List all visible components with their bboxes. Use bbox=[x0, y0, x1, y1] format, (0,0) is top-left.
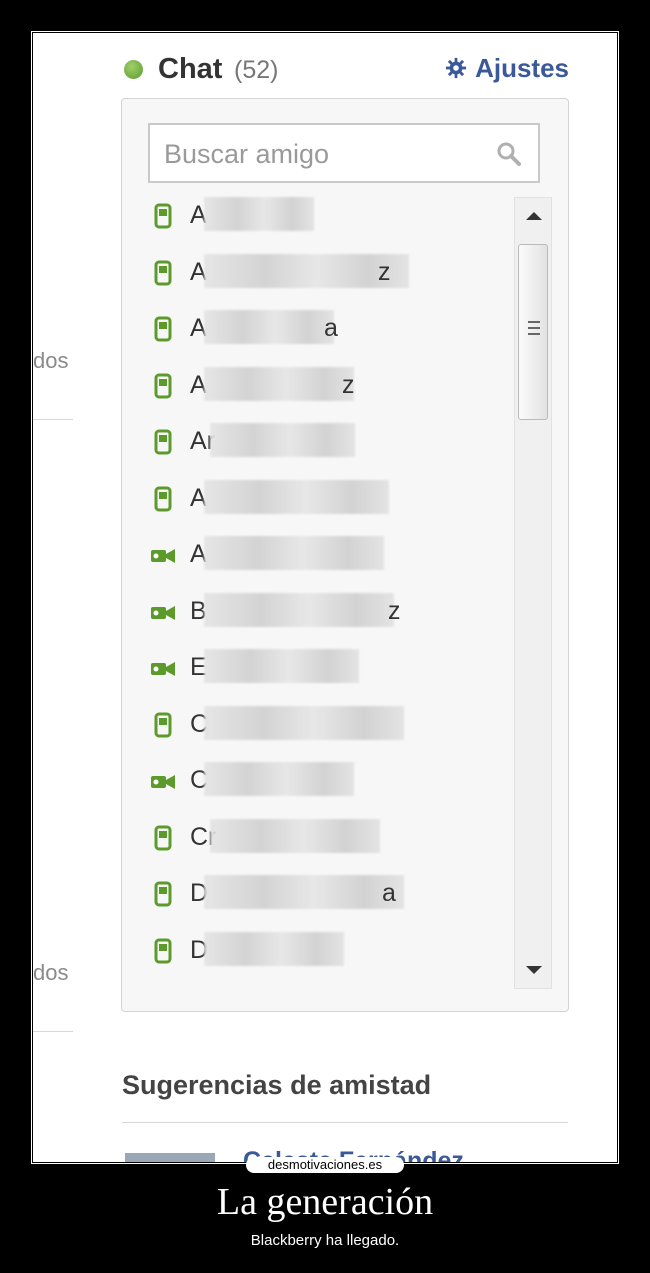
friend-list-item[interactable]: Aa bbox=[146, 310, 506, 350]
gear-icon bbox=[445, 57, 467, 79]
mobile-icon bbox=[154, 316, 172, 342]
left-divider bbox=[33, 1031, 73, 1032]
video-icon bbox=[151, 662, 175, 676]
friend-list-item[interactable]: Ar bbox=[146, 423, 506, 463]
chat-panel: Buscar amigo A Az Aa Az Ar A A Bz E C C Cr Da D bbox=[121, 98, 569, 1012]
friend-list-item[interactable]: C bbox=[146, 705, 506, 746]
friend-list-item[interactable]: E bbox=[146, 649, 506, 689]
search-placeholder: Buscar amigo bbox=[164, 139, 330, 169]
mobile-icon bbox=[154, 429, 172, 455]
friend-name-ending: a bbox=[324, 314, 338, 342]
redacted-name-blur bbox=[204, 310, 334, 344]
mobile-icon bbox=[154, 938, 172, 963]
friend-name-ending: z bbox=[388, 596, 401, 625]
video-icon bbox=[151, 605, 175, 620]
redacted-name-blur bbox=[204, 366, 354, 401]
mobile-icon bbox=[154, 373, 172, 398]
redacted-name-blur bbox=[204, 592, 394, 627]
chat-title[interactable]: Chat bbox=[158, 53, 222, 86]
redacted-name-blur bbox=[204, 875, 404, 909]
redacted-name-blur bbox=[210, 423, 355, 457]
friend-list-item[interactable]: Cr bbox=[146, 818, 506, 859]
friend-list-item[interactable]: A bbox=[146, 536, 506, 576]
grip-line bbox=[528, 327, 540, 329]
friend-list-item[interactable]: A bbox=[146, 197, 506, 237]
grip-line bbox=[528, 321, 540, 323]
friend-suggestions-heading: Sugerencias de amistad bbox=[122, 1070, 432, 1100]
online-status-icon bbox=[124, 60, 143, 79]
mobile-icon bbox=[154, 260, 172, 285]
search-icon[interactable] bbox=[496, 141, 522, 167]
friend-list-item[interactable]: Az bbox=[146, 253, 506, 294]
friend-name-ending: z bbox=[342, 370, 355, 399]
settings-label: Ajustes bbox=[475, 52, 569, 83]
mobile-icon bbox=[154, 825, 172, 850]
friend-list: A Az Aa Az Ar A A Bz E C C Cr Da D bbox=[146, 197, 506, 997]
friend-name-ending: z bbox=[378, 257, 391, 286]
redacted-name-blur bbox=[204, 762, 354, 796]
redacted-name-blur bbox=[204, 479, 389, 514]
redacted-name-blur bbox=[210, 818, 380, 853]
friend-list-item[interactable]: D bbox=[146, 931, 506, 972]
chat-online-count: (52) bbox=[234, 56, 279, 84]
facebook-chat-screenshot: dos dos Chat (52) Ajustes Buscar amigo A… bbox=[33, 33, 617, 1162]
chat-header: Chat (52) Ajustes bbox=[124, 51, 569, 87]
caption-subtitle: Blackberry ha llegado. bbox=[250, 1232, 400, 1249]
friend-list-item[interactable]: Az bbox=[146, 366, 506, 407]
suggestion-avatar[interactable] bbox=[125, 1153, 215, 1162]
search-input[interactable]: Buscar amigo bbox=[148, 123, 540, 183]
left-column-fragment: dos bbox=[33, 348, 69, 373]
friend-list-item[interactable]: C bbox=[146, 762, 506, 802]
video-icon bbox=[151, 549, 175, 563]
mobile-icon bbox=[154, 881, 172, 907]
redacted-name-blur bbox=[204, 931, 344, 966]
redacted-name-blur bbox=[204, 536, 384, 570]
settings-button[interactable]: Ajustes bbox=[445, 53, 569, 83]
scroll-down-arrow-icon[interactable] bbox=[526, 966, 542, 974]
mobile-icon bbox=[154, 712, 172, 737]
mobile-icon bbox=[154, 203, 172, 229]
mobile-icon bbox=[154, 486, 172, 511]
caption-title: La generación bbox=[216, 1181, 434, 1223]
scroll-up-arrow-icon[interactable] bbox=[526, 212, 542, 220]
left-column-fragment: dos bbox=[33, 960, 69, 985]
watermark-logo: desmotivaciones.es bbox=[246, 1157, 404, 1173]
scroll-thumb[interactable] bbox=[518, 244, 548, 420]
redacted-name-blur bbox=[204, 649, 359, 683]
redacted-name-blur bbox=[204, 705, 404, 740]
suggestions-divider bbox=[122, 1122, 568, 1123]
scrollbar[interactable] bbox=[514, 197, 552, 989]
video-icon bbox=[151, 775, 175, 789]
grip-line bbox=[528, 333, 540, 335]
friend-list-item[interactable]: A bbox=[146, 479, 506, 520]
redacted-name-blur bbox=[204, 197, 314, 231]
friend-list-item[interactable]: Bz bbox=[146, 592, 506, 633]
left-divider bbox=[33, 419, 73, 420]
friend-name-ending: a bbox=[382, 879, 396, 907]
friend-list-item[interactable]: Da bbox=[146, 875, 506, 915]
